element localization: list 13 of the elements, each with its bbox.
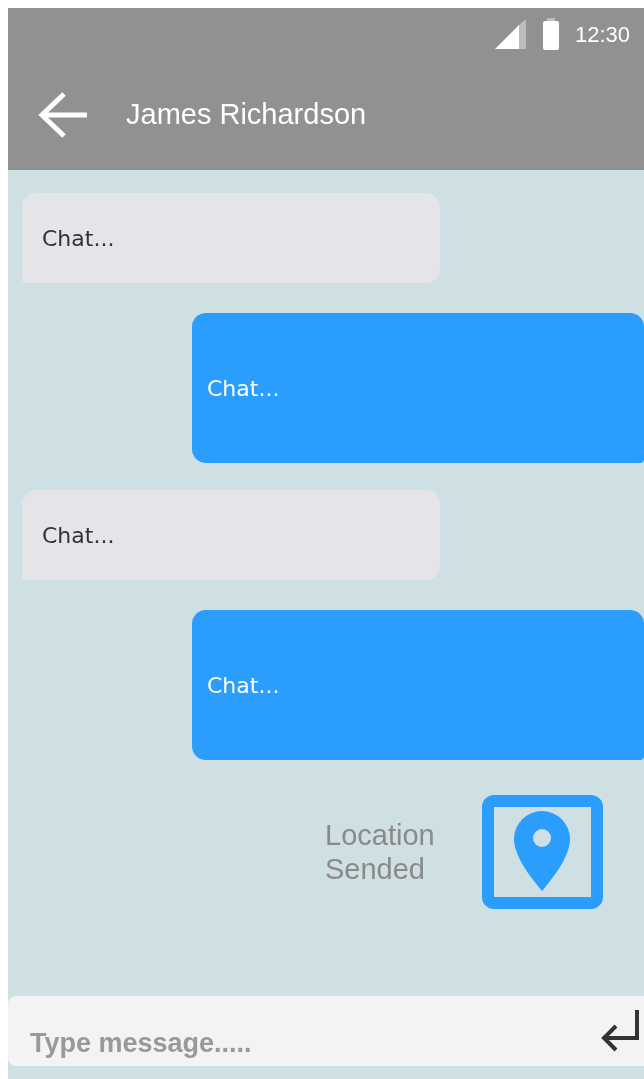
contact-name: James Richardson bbox=[126, 97, 367, 133]
status-time: 12:30 bbox=[574, 20, 630, 49]
signal-icon bbox=[494, 19, 527, 49]
battery-icon bbox=[542, 18, 559, 50]
message-input[interactable]: Type message..... bbox=[8, 996, 644, 1066]
sent-message: Chat... bbox=[192, 313, 644, 463]
enter-icon[interactable] bbox=[600, 1010, 640, 1052]
received-message: Chat... bbox=[22, 490, 440, 580]
sent-message: Chat... bbox=[192, 610, 644, 760]
location-caption: Location Sended bbox=[325, 818, 436, 886]
received-message: Chat... bbox=[22, 193, 440, 283]
back-arrow-icon[interactable] bbox=[38, 91, 88, 139]
location-pin-icon[interactable] bbox=[482, 795, 603, 909]
